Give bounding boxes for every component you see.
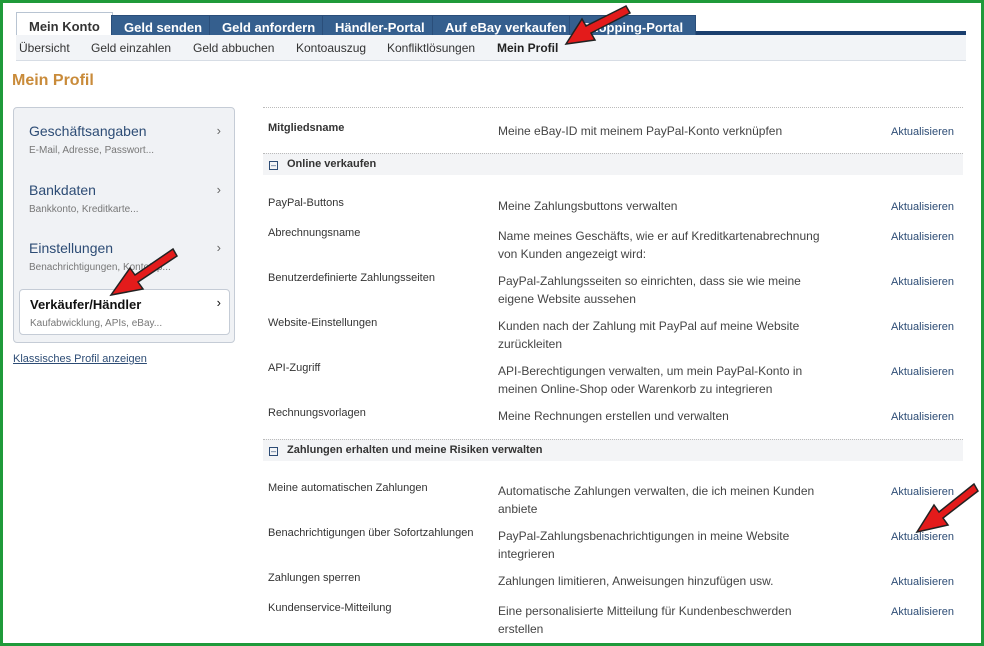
update-link[interactable]: Aktualisieren bbox=[891, 321, 954, 333]
sidebar-item-subtitle: Bankkonto, Kreditkarte... bbox=[29, 204, 139, 215]
row-description: Meine Zahlungsbuttons verwalten bbox=[498, 199, 678, 213]
row-label: Website-Einstellungen bbox=[268, 317, 378, 329]
row-description: API-Berechtigungen verwalten, um mein Pa… bbox=[498, 364, 803, 396]
subnav-mein-profil[interactable]: Mein Profil bbox=[497, 41, 558, 55]
sidebar-item-title: Geschäftsangaben bbox=[29, 123, 147, 139]
subnav-geld-einzahlen[interactable]: Geld einzahlen bbox=[91, 41, 171, 55]
main-tabs: Mein Konto Geld senden Geld anfordern Hä… bbox=[16, 8, 980, 39]
section-title: Online verkaufen bbox=[287, 158, 377, 170]
sidebar-item-subtitle: E-Mail, Adresse, Passwort... bbox=[29, 145, 155, 156]
row-description: PayPal-Zahlungsbenachrichtigungen in mei… bbox=[498, 529, 790, 561]
row-label: Kundenservice-Mitteilung bbox=[268, 602, 392, 614]
subnav-konfliktloesungen[interactable]: Konfliktlösungen bbox=[387, 41, 475, 55]
row-description: Automatische Zahlungen verwalten, die ic… bbox=[498, 484, 815, 516]
sidebar-item-title: Einstellungen bbox=[29, 240, 114, 256]
row-label: Zahlungen sperren bbox=[268, 572, 361, 584]
row-description: Zahlungen limitieren, Anweisungen hinzuf… bbox=[498, 574, 774, 588]
row-label: PayPal-Buttons bbox=[268, 197, 344, 209]
red-arrow-annotation bbox=[564, 5, 632, 45]
sidebar-item-title: Verkäufer/Händler bbox=[30, 297, 142, 312]
update-link[interactable]: Aktualisieren bbox=[891, 576, 954, 588]
section-header-zahlungen-risiken[interactable]: – Zahlungen erhalten und meine Risiken v… bbox=[263, 439, 963, 461]
row-label: Benachrichtigungen über Sofortzahlungen bbox=[268, 527, 474, 539]
update-link[interactable]: Aktualisieren bbox=[891, 201, 954, 213]
section-title: Zahlungen erhalten und meine Risiken ver… bbox=[287, 444, 543, 456]
update-link[interactable]: Aktualisieren bbox=[891, 126, 954, 138]
row-description: PayPal-Zahlungsseiten so einrichten, das… bbox=[498, 274, 801, 306]
chevron-right-icon: › bbox=[216, 123, 221, 138]
row-description: Name meines Geschäfts, wie er auf Kredit… bbox=[498, 229, 820, 261]
profile-sidebar: Geschäftsangaben E-Mail, Adresse, Passwo… bbox=[13, 107, 235, 343]
section-header-online-verkaufen[interactable]: – Online verkaufen bbox=[263, 153, 963, 175]
chevron-right-icon: › bbox=[216, 295, 221, 310]
subnav-kontoauszug[interactable]: Kontoauszug bbox=[296, 41, 366, 55]
row-label: Meine automatischen Zahlungen bbox=[268, 482, 428, 494]
update-link[interactable]: Aktualisieren bbox=[891, 411, 954, 423]
collapse-icon[interactable]: – bbox=[269, 447, 278, 456]
update-link[interactable]: Aktualisieren bbox=[891, 231, 954, 243]
row-label: Rechnungsvorlagen bbox=[268, 407, 366, 419]
row-label: Benutzerdefinierte Zahlungsseiten bbox=[268, 272, 435, 284]
chevron-right-icon: › bbox=[216, 182, 221, 197]
update-link[interactable]: Aktualisieren bbox=[891, 276, 954, 288]
update-link[interactable]: Aktualisieren bbox=[891, 606, 954, 618]
subnav-uebersicht[interactable]: Übersicht bbox=[19, 41, 70, 55]
row-description: Meine Rechnungen erstellen und verwalten bbox=[498, 409, 729, 423]
divider bbox=[263, 107, 963, 108]
page-title: Mein Profil bbox=[12, 72, 94, 89]
row-description: Eine personalisierte Mitteilung für Kund… bbox=[498, 604, 792, 636]
update-link[interactable]: Aktualisieren bbox=[891, 366, 954, 378]
row-label: Abrechnungsname bbox=[268, 227, 361, 239]
sidebar-item-subtitle: Kaufabwicklung, APIs, eBay... bbox=[30, 318, 163, 329]
subnav-geld-abbuchen[interactable]: Geld abbuchen bbox=[193, 41, 274, 55]
red-arrow-annotation bbox=[915, 482, 979, 534]
sub-navigation: Übersicht Geld einzahlen Geld abbuchen K… bbox=[16, 35, 966, 61]
chevron-right-icon: › bbox=[216, 240, 221, 255]
row-description: Kunden nach der Zahlung mit PayPal auf m… bbox=[498, 319, 800, 351]
sidebar-item-bankdaten[interactable]: Bankdaten Bankkonto, Kreditkarte... › bbox=[14, 171, 234, 227]
sidebar-item-title: Bankdaten bbox=[29, 182, 96, 198]
row-description: Meine eBay-ID mit meinem PayPal-Konto ve… bbox=[498, 124, 783, 138]
sidebar-item-geschaeftsangaben[interactable]: Geschäftsangaben E-Mail, Adresse, Passwo… bbox=[14, 112, 234, 168]
classic-profile-link[interactable]: Klassisches Profil anzeigen bbox=[13, 353, 147, 365]
red-arrow-annotation bbox=[109, 247, 178, 297]
table-row-mitgliedsname: Mitgliedsname Meine eBay-ID mit meinem P… bbox=[263, 122, 963, 152]
row-label: Mitgliedsname bbox=[268, 122, 345, 134]
collapse-icon[interactable]: – bbox=[269, 161, 278, 170]
row-label: API-Zugriff bbox=[268, 362, 321, 374]
